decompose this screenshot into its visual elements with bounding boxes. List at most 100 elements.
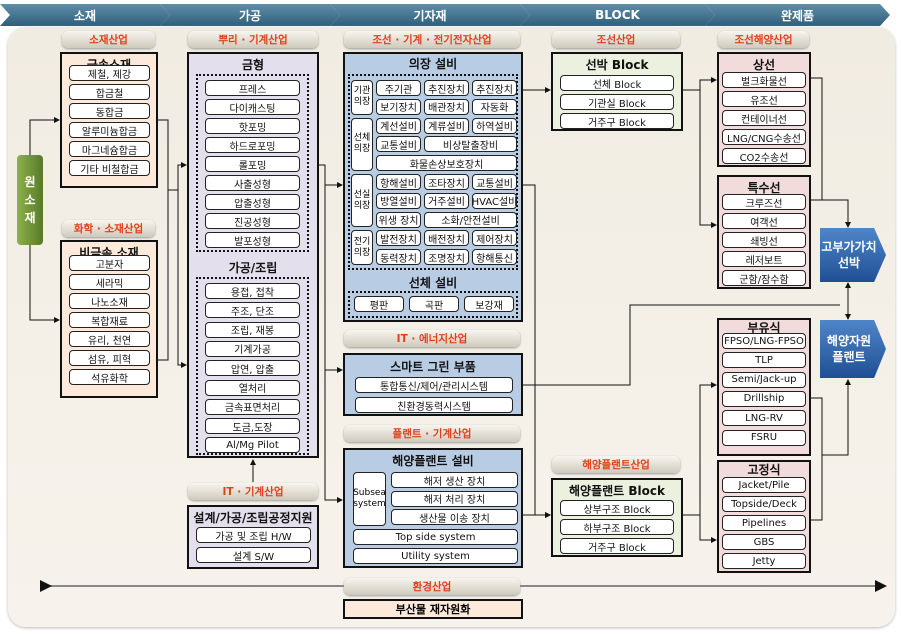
item: Top side system	[353, 529, 518, 545]
item: TLP	[722, 352, 806, 369]
item: 유조선	[722, 91, 806, 107]
item: LNG/CNG수송선	[722, 129, 806, 145]
offshore-equipment-title: 해양플랜트 설비	[392, 454, 474, 468]
item: 압연, 압출	[205, 360, 300, 377]
item: 기타 비철합금	[69, 160, 150, 176]
item: 자동화	[472, 98, 517, 115]
group-label: 선실 의장	[351, 174, 373, 228]
item: 동력장치	[376, 249, 421, 266]
item: 진공성형	[205, 213, 300, 229]
item: 섬유, 피혁	[69, 350, 150, 366]
item: 복합재료	[69, 312, 150, 328]
goal-offshore-plant: 해양자원 플랜트	[820, 320, 886, 378]
item: Jetty	[722, 553, 806, 569]
item: 컨테이너선	[722, 110, 806, 126]
item: 보기장치	[376, 98, 421, 115]
item: Utility system	[353, 548, 518, 564]
assembly-title: 가공/조립	[228, 261, 278, 275]
item: 열처리	[205, 379, 300, 396]
item: 쇄빙선	[722, 232, 806, 248]
industry-label: 해양플랜트산업	[552, 456, 680, 473]
item: 합금철	[69, 84, 150, 100]
item: 조명장치	[424, 249, 469, 266]
item: 사출성형	[205, 175, 300, 191]
item: 상부구조 Block	[560, 500, 674, 516]
industry-label: 소재산업	[62, 31, 155, 48]
fixed-title: 고정식	[747, 463, 781, 477]
hull-title: 선체 설비	[408, 276, 458, 290]
item: 해저 처리 장치	[391, 490, 518, 507]
item: FPSO/LNG-FPSO	[722, 333, 806, 349]
item: 계류설비	[424, 117, 469, 134]
item: 배관장치	[424, 98, 469, 115]
item: Semi/Jack-up	[722, 371, 806, 388]
item: 도금,도장	[205, 418, 300, 435]
item: 친환경동력시스템	[355, 397, 513, 413]
industry-label: 화학 · 소재산업	[62, 220, 155, 237]
item: 추진장치	[472, 80, 517, 96]
item: 용접, 접착	[205, 283, 300, 299]
item: 벌크화물선	[722, 72, 806, 88]
item: FSRU	[722, 429, 806, 446]
item: 동합금	[69, 103, 150, 119]
item: 발전장치	[376, 230, 421, 247]
goal-high-value-ship: 고부가가치 선박	[820, 228, 886, 282]
item: Jacket/Pile	[722, 477, 806, 493]
subsea-label: Subsea system	[353, 472, 386, 526]
industry-label: 뿌리 · 기계산업	[188, 31, 318, 48]
item: 생산물 이송 장치	[391, 509, 518, 525]
item: 설계 S/W	[196, 547, 311, 563]
item: 롤포밍	[205, 156, 300, 172]
item: 발포성형	[205, 232, 300, 248]
item: 조립, 재봉	[205, 321, 300, 338]
item: Pipelines	[722, 515, 806, 531]
item: Drillship	[722, 390, 806, 407]
group-label: 선체 의장	[351, 117, 373, 171]
item: 평판	[354, 296, 404, 312]
item: 거주구 Block	[560, 113, 674, 129]
item: 마그네슘합금	[69, 141, 150, 157]
item: 기관실 Block	[560, 94, 674, 110]
item: 선체 Block	[560, 75, 674, 91]
env-box: 부산물 재자원화	[343, 599, 523, 619]
item: 유리, 천연	[69, 331, 150, 347]
item: 레저보트	[722, 251, 806, 267]
item: 고분자	[69, 255, 150, 271]
item: Topside/Deck	[722, 496, 806, 512]
industry-label: 환경산업	[344, 578, 520, 595]
outfitting-title: 의장 설비	[408, 57, 458, 71]
item: 통합통신/제어/관리시스템	[355, 377, 513, 393]
item: 하역설비	[472, 117, 517, 134]
item: 배전장치	[424, 230, 469, 247]
item: 거주구 Block	[560, 538, 674, 554]
industry-label: IT · 기계산업	[188, 483, 318, 500]
process_support-title: 설계/가공/조립공정지원	[193, 511, 313, 525]
smart-title: 스마트 그린 부품	[390, 360, 476, 374]
industry-label: 조선해양산업	[718, 31, 809, 48]
item: Al/Mg Pilot	[205, 437, 300, 454]
item: 곡판	[409, 296, 459, 312]
item: 화물손상보호장치	[376, 155, 517, 172]
item: 기계가공	[205, 340, 300, 357]
item: 교통설비	[472, 174, 517, 190]
item: 주기관	[376, 80, 421, 96]
industry-label: IT · 에너지산업	[344, 330, 520, 347]
item: HVAC설비	[472, 192, 517, 209]
item: 거주설비	[424, 192, 469, 209]
item: 비상탈출장비	[424, 136, 517, 153]
industry-label: 조선 · 기계 · 전기전자산업	[344, 31, 520, 48]
group-label: 전기 의장	[351, 230, 373, 265]
item: 추진장치	[424, 80, 469, 96]
item: 크루즈선	[722, 194, 806, 210]
merchant-title: 상선	[752, 58, 776, 72]
item: 핫포밍	[205, 118, 300, 134]
item: 소화/안전설비	[424, 211, 517, 228]
item: 나노소재	[69, 293, 150, 309]
item: 세라믹	[69, 274, 150, 290]
item: 제철, 제강	[69, 65, 150, 81]
item: 항해설비	[376, 174, 421, 190]
item: 금속표면처리	[205, 398, 300, 415]
raw-material-node: 원 소 재	[17, 155, 43, 245]
item: 주조, 단조	[205, 302, 300, 319]
item: 보강재	[464, 296, 514, 312]
